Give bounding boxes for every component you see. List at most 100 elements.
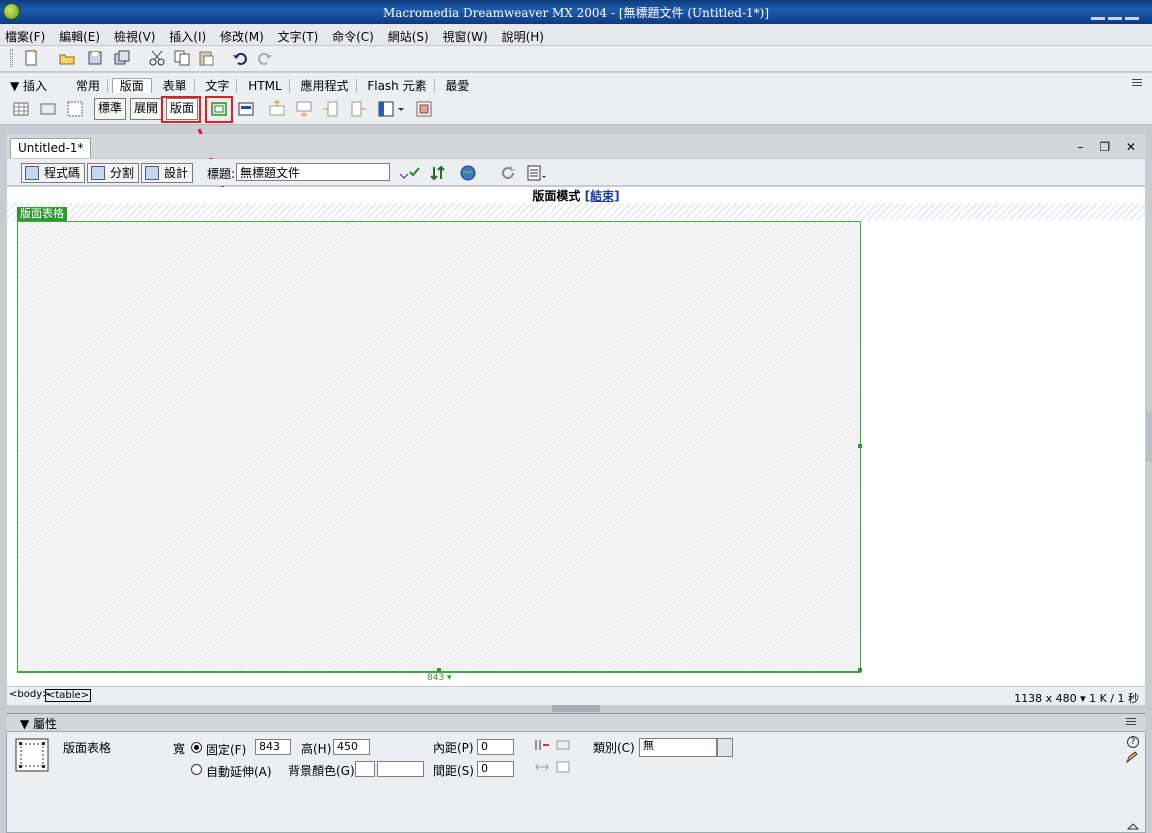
fixed-width-radio[interactable] — [191, 742, 202, 753]
chevron-down-icon[interactable] — [396, 100, 406, 118]
draw-layout-cell-icon[interactable] — [237, 100, 255, 118]
insert-div-icon[interactable] — [39, 100, 57, 118]
tab-favorites[interactable]: 最愛 — [438, 79, 476, 93]
frames-icon[interactable] — [377, 100, 395, 118]
tag-table[interactable]: <table> — [45, 689, 92, 702]
tab-application[interactable]: 應用程式 — [293, 79, 357, 93]
window-controls[interactable] — [1088, 9, 1146, 20]
tab-text[interactable]: 文字 — [198, 79, 238, 93]
standard-mode-button[interactable]: 標準 — [94, 98, 127, 120]
tab-flash-elements[interactable]: Flash 元素 — [360, 79, 435, 93]
padding-input[interactable]: 0 — [477, 739, 514, 755]
bgcolor-label: 背景顏色(G) — [288, 764, 355, 778]
tab-html[interactable]: HTML — [241, 79, 290, 93]
autostretch-label: 自動延伸(A) — [206, 765, 272, 779]
document-title-input[interactable] — [236, 163, 390, 181]
layout-mode-label: 版面模式 — [532, 189, 581, 203]
insert-column-right-icon[interactable] — [349, 100, 367, 118]
layout-table-tab[interactable]: 版面表格 — [17, 207, 67, 221]
properties-title[interactable]: ▼ 屬性 — [20, 715, 57, 732]
autostretch-toggle-icon[interactable] — [555, 738, 571, 752]
spacing-label: 間距(S) — [433, 764, 474, 778]
table-width-bar[interactable]: 843 ▾ — [17, 672, 861, 683]
exit-layout-mode-link[interactable]: [結束] — [585, 189, 620, 203]
menu-file[interactable]: 檔案(F) — [0, 24, 50, 45]
class-dropdown-icon[interactable] — [717, 738, 733, 757]
split-view-button[interactable]: 分割 — [87, 163, 140, 183]
expanded-mode-button[interactable]: 展開 — [130, 98, 163, 120]
autostretch-radio[interactable] — [191, 764, 202, 775]
menu-insert[interactable]: 插入(I) — [164, 24, 211, 45]
preview-globe-icon[interactable] — [459, 164, 477, 182]
minimize-icon[interactable] — [1091, 17, 1105, 20]
help-icon[interactable]: ? — [1127, 736, 1139, 748]
expand-panel-icon[interactable] — [1127, 822, 1139, 830]
code-view-button[interactable]: 程式碼 — [21, 163, 86, 183]
menu-site[interactable]: 網站(S) — [383, 24, 434, 45]
table-icon[interactable] — [12, 100, 30, 118]
undo-icon[interactable] — [231, 49, 249, 67]
title-label: 標題: — [207, 167, 236, 181]
view-options-icon[interactable] — [526, 164, 548, 182]
menu-modify[interactable]: 修改(M) — [215, 24, 269, 45]
draw-layer-icon[interactable] — [66, 100, 84, 118]
convert-widths-icon[interactable] — [534, 760, 550, 774]
file-management-icon[interactable] — [429, 164, 447, 182]
design-view-button[interactable]: 設計 — [141, 163, 194, 183]
maximize-icon[interactable] — [1108, 17, 1122, 20]
insert-bar-title[interactable]: ▼ 插入 — [10, 77, 47, 94]
properties-header: ▼ 屬性 — [6, 713, 1146, 731]
clear-heights-icon[interactable] — [534, 738, 550, 752]
tab-untitled-1[interactable]: Untitled-1* — [10, 138, 92, 158]
redo-icon[interactable] — [256, 49, 274, 67]
cut-icon[interactable] — [148, 49, 166, 67]
properties-options-icon[interactable] — [1126, 718, 1138, 728]
height-label: 高(H) — [301, 742, 332, 756]
save-icon[interactable] — [86, 49, 104, 67]
menu-view[interactable]: 檢視(V) — [109, 24, 161, 45]
menu-help[interactable]: 說明(H) — [497, 24, 549, 45]
panel-splitter[interactable] — [552, 705, 600, 712]
height-input[interactable]: 450 — [333, 739, 370, 755]
tab-common[interactable]: 常用 — [69, 79, 108, 93]
resize-handle-right[interactable] — [858, 444, 862, 448]
new-document-icon[interactable] — [22, 49, 40, 67]
close-icon[interactable] — [1125, 17, 1139, 20]
table-width-indicator[interactable]: 843 ▾ — [425, 673, 454, 683]
panel-collapse-handle[interactable] — [1146, 412, 1152, 462]
remove-spacers-icon[interactable] — [555, 760, 571, 774]
bgcolor-input[interactable] — [377, 761, 424, 777]
standard-toolbar — [0, 46, 1152, 72]
menu-window[interactable]: 視窗(W) — [438, 24, 493, 45]
class-select[interactable]: 無 — [639, 738, 717, 757]
code-view-icon — [25, 166, 39, 180]
tab-layout[interactable]: 版面 — [111, 78, 152, 93]
save-all-icon[interactable] — [113, 49, 131, 67]
edit-icon[interactable] — [1125, 750, 1139, 764]
panel-options-icon[interactable] — [1132, 79, 1144, 89]
menu-text[interactable]: 文字(T) — [273, 24, 324, 45]
bgcolor-swatch[interactable] — [355, 761, 375, 777]
open-folder-icon[interactable] — [58, 49, 76, 67]
toolbar-grip[interactable] — [10, 49, 13, 67]
copy-icon[interactable] — [173, 49, 191, 67]
document-window-controls[interactable]: – ❐ ✕ — [1078, 140, 1142, 154]
tab-forms[interactable]: 表單 — [156, 79, 195, 93]
menu-bar: 檔案(F) 編輯(E) 檢視(V) 插入(I) 修改(M) 文字(T) 命令(C… — [0, 24, 1152, 46]
window-size-indicator[interactable]: 1138 x 480 ▾ 1 K / 1 秒 — [1014, 690, 1139, 706]
layout-table[interactable] — [17, 221, 862, 672]
insert-row-above-icon[interactable] — [268, 100, 286, 118]
highlight-layout-mode — [161, 96, 201, 123]
insert-column-left-icon[interactable] — [322, 100, 340, 118]
refresh-icon[interactable] — [499, 164, 517, 182]
fixed-label: 固定(F) — [206, 743, 247, 757]
tabular-data-icon[interactable] — [415, 100, 433, 118]
insert-row-below-icon[interactable] — [295, 100, 313, 118]
width-label: 寬 — [173, 742, 186, 756]
width-input[interactable]: 843 — [255, 739, 291, 755]
menu-edit[interactable]: 編輯(E) — [54, 24, 105, 45]
browser-check-icon[interactable] — [398, 164, 420, 182]
menu-commands[interactable]: 命令(C) — [327, 24, 379, 45]
spacing-input[interactable]: 0 — [477, 761, 514, 777]
paste-icon[interactable] — [197, 49, 215, 67]
